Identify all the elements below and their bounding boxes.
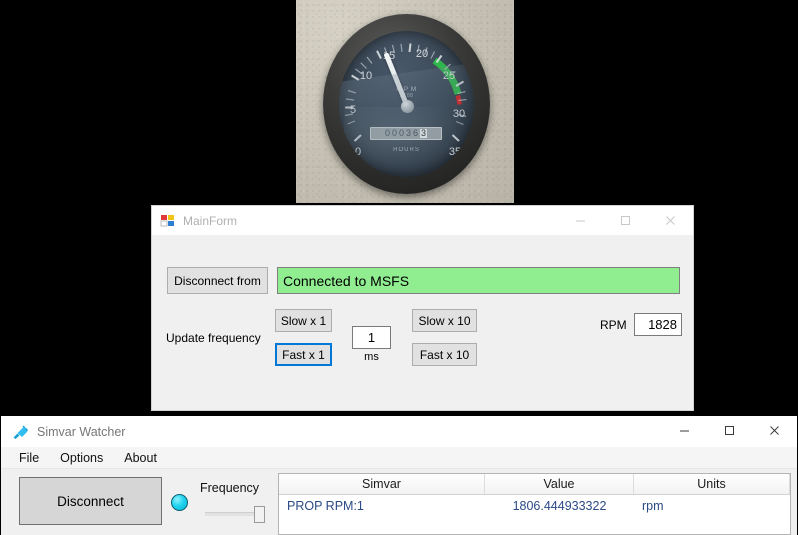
hour-digit: 6 [413,129,418,138]
mainform-window-buttons [558,206,693,235]
minimize-button[interactable] [558,206,603,235]
rpm-label: RPM [600,318,627,332]
tick-label-30: 30 [453,108,465,120]
screen-root: 0 5 10 15 20 25 30 35 R P M X100 0 [0,0,798,535]
disconnect-from-button[interactable]: Disconnect from [167,267,268,294]
column-header-simvar[interactable]: Simvar [279,474,485,494]
gauge-hub [401,100,414,113]
menu-file[interactable]: File [10,449,48,467]
rpm-value-field: 1828 [634,313,682,336]
hour-digit: 0 [399,129,404,138]
disconnect-button[interactable]: Disconnect [19,477,162,525]
hour-digit-tenths: 3 [420,129,427,138]
hour-digit: 3 [406,129,411,138]
frequency-label: Frequency [200,481,259,495]
close-button[interactable] [752,416,797,445]
simvar-title: Simvar Watcher [37,425,125,439]
tick-label-10: 10 [360,70,372,82]
menubar: File Options About [1,447,797,469]
tachometer-gauge: 0 5 10 15 20 25 30 35 R P M X100 0 [323,14,490,194]
cell-value: 1806.444933322 [485,495,634,517]
slow-x10-button[interactable]: Slow x 10 [412,309,477,332]
frequency-slider[interactable] [205,506,265,522]
gauge-face: 0 5 10 15 20 25 30 35 R P M X100 0 [339,31,474,177]
hour-meter: 0 0 0 3 6 3 [370,127,442,140]
mainform-title: MainForm [183,214,237,228]
mainform-titlebar[interactable]: MainForm [152,206,693,235]
tachometer-photo: 0 5 10 15 20 25 30 35 R P M X100 0 [296,0,514,203]
column-header-value[interactable]: Value [485,474,634,494]
simvar-table: Simvar Value Units PROP RPM:1 1806.44493… [278,473,791,535]
simvar-window-buttons [662,416,797,445]
simvar-watcher-window: Simvar Watcher File Options About Discon… [0,415,798,535]
update-frequency-label: Update frequency [166,331,261,345]
slider-thumb[interactable] [254,506,265,523]
column-header-units[interactable]: Units [634,474,790,494]
tick-label-5: 5 [350,104,356,116]
hours-label: HOURS [339,147,474,153]
hour-digit: 0 [392,129,397,138]
table-header-row: Simvar Value Units [279,474,790,495]
hour-digit: 0 [385,129,390,138]
menu-options[interactable]: Options [51,449,112,467]
winforms-icon [160,213,176,229]
tick-label-20: 20 [416,48,428,60]
minimize-button[interactable] [662,416,707,445]
simvar-body: Disconnect Frequency Simvar Value Units … [1,469,797,535]
menu-about[interactable]: About [115,449,166,467]
table-row[interactable]: PROP RPM:1 1806.444933322 rpm [279,495,790,517]
connection-status-field: Connected to MSFS [277,267,680,294]
mainform-body: Disconnect from Connected to MSFS Update… [152,235,693,410]
fast-x10-button[interactable]: Fast x 10 [412,343,477,366]
tick-label-25: 25 [443,70,455,82]
interval-units-label: ms [352,351,391,363]
mainform-window: MainForm Disconnect from Connected to MS… [152,206,693,410]
interval-input[interactable]: 1 [352,326,391,349]
slow-x1-button[interactable]: Slow x 1 [275,309,332,332]
simvar-titlebar[interactable]: Simvar Watcher [1,416,797,447]
close-button[interactable] [648,206,693,235]
maximize-button[interactable] [603,206,648,235]
plug-icon [11,423,29,441]
maximize-button[interactable] [707,416,752,445]
cell-simvar: PROP RPM:1 [279,495,485,517]
cell-units: rpm [634,495,790,517]
connection-status-led [171,494,188,511]
fast-x1-button[interactable]: Fast x 1 [275,343,332,366]
